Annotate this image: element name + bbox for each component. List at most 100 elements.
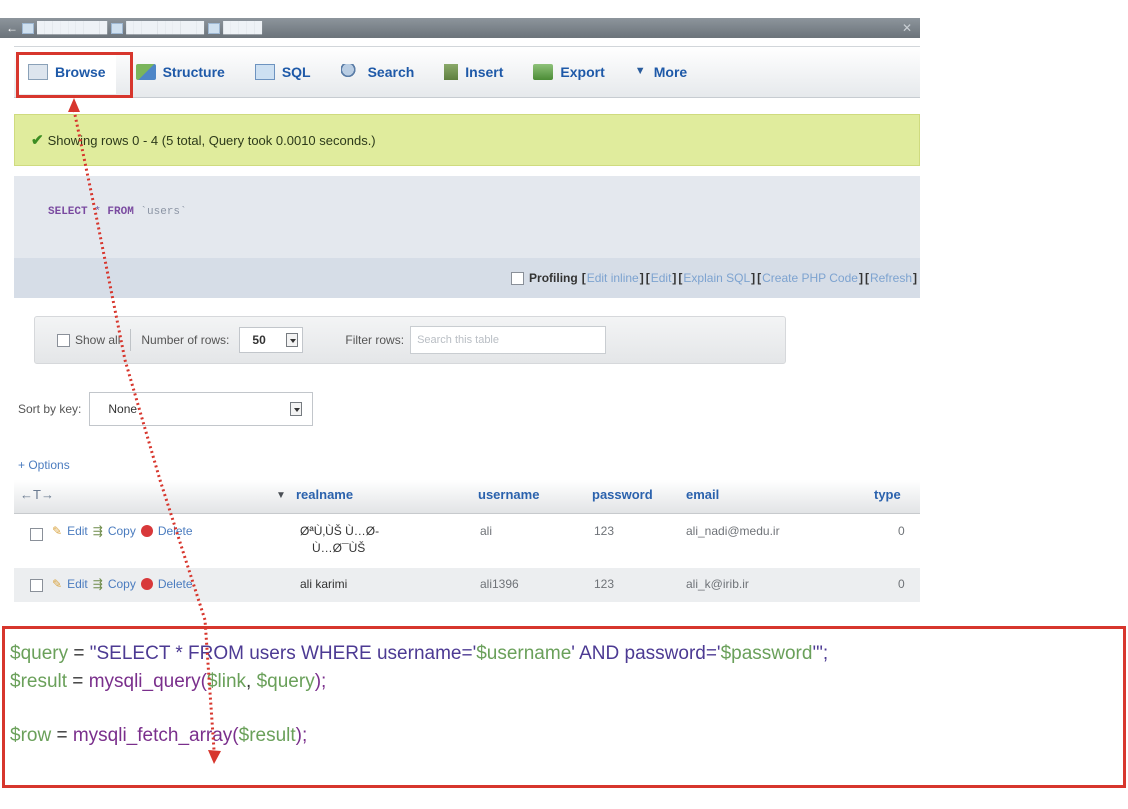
sort-chevron-down-icon[interactable]: ▼ (276, 490, 286, 501)
row-actions: ✎ Edit ⇶ Copy Delete (52, 524, 193, 538)
copy-icon: ⇶ (92, 524, 103, 538)
cell-username: ali (480, 524, 493, 538)
table-icon (208, 22, 221, 34)
browse-highlight-box (16, 52, 133, 98)
row-actions: ✎ Edit ⇶ Copy Delete (52, 577, 193, 591)
cell-type: 0 (898, 524, 905, 538)
tab-label: Structure (162, 64, 225, 80)
structure-icon (135, 64, 156, 80)
tab-label: SQL (281, 64, 311, 80)
column-header-realname[interactable]: realname (296, 487, 353, 502)
table-header: ←T→ ▼ realname username password email t… (14, 480, 920, 514)
filter-rows-input[interactable]: Search this table (410, 326, 607, 354)
tab-label: Export (560, 64, 605, 80)
cell-email: ali_k@irib.ir (686, 577, 749, 591)
tab-more[interactable]: More (625, 50, 697, 94)
dropdown-arrow-icon (290, 402, 303, 416)
cell-password: 123 (594, 577, 615, 591)
code-line-result: $result = mysqli_query($link, $query); (10, 671, 327, 692)
close-icon[interactable]: ✕ (902, 21, 912, 35)
server-icon (22, 22, 34, 34)
profiling-label: Profiling (529, 271, 578, 285)
column-header-username[interactable]: username (478, 487, 539, 502)
tab-bar: Browse Structure SQL Search Insert Expor… (14, 46, 920, 98)
sql-keyword: FROM (107, 206, 134, 218)
cell-realname-continued: Ù…Ø¯ÙŠ (312, 541, 366, 555)
sql-icon (254, 64, 275, 80)
tab-insert[interactable]: Insert (434, 50, 513, 94)
sql-star: * (87, 206, 108, 218)
column-header-type[interactable]: type (874, 487, 901, 502)
arrow-head-up (68, 98, 80, 112)
number-of-rows-value: 50 (252, 333, 266, 347)
tab-label: More (653, 64, 688, 80)
export-icon (533, 64, 554, 80)
success-message: ✔ Showing rows 0 - 4 (5 total, Query too… (14, 114, 920, 166)
breadcrumb-database[interactable]: ██████████ (111, 22, 204, 34)
navigation-form: Show all Number of rows: 50 Filter rows:… (34, 316, 786, 364)
tab-export[interactable]: Export (523, 50, 614, 94)
cell-email: ali_nadi@medu.ir (686, 524, 780, 538)
sql-keyword: SELECT (48, 206, 88, 218)
edit-action[interactable]: Edit (67, 524, 88, 538)
tab-sql[interactable]: SQL (245, 50, 321, 94)
filter-placeholder: Search this table (417, 334, 499, 346)
breadcrumb-server[interactable]: █████████ (22, 22, 107, 34)
edit-action[interactable]: Edit (67, 577, 88, 591)
code-line-row: $row = mysqli_fetch_array($result); (10, 725, 308, 746)
window-title-bar: ← █████████ ██████████ █████ ✕ (0, 18, 920, 38)
copy-action[interactable]: Copy (108, 524, 136, 538)
column-arrows[interactable]: ←T→ (20, 487, 54, 502)
search-icon (340, 64, 361, 80)
cell-username: ali1396 (480, 577, 519, 591)
sql-query-box: SELECT * FROM `users` (14, 176, 920, 258)
cell-password: 123 (594, 524, 615, 538)
cell-type: 0 (898, 577, 905, 591)
success-text: Showing rows 0 - 4 (5 total, Query took … (47, 132, 376, 148)
show-all-checkbox[interactable] (57, 333, 70, 347)
divider (130, 329, 132, 351)
sql-query-text: SELECT * FROM `users` (48, 206, 187, 218)
number-of-rows-select[interactable]: 50 (239, 327, 304, 353)
column-header-password[interactable]: password (592, 487, 653, 502)
sort-by-key-select[interactable]: None (89, 392, 314, 426)
code-line-query: $query = "SELECT * FROM users WHERE user… (10, 643, 829, 664)
edit-link[interactable]: Edit (651, 271, 672, 285)
options-link[interactable]: + Options (18, 458, 70, 472)
breadcrumb-table[interactable]: █████ (208, 22, 262, 34)
tab-search[interactable]: Search (331, 50, 425, 94)
row-checkbox[interactable] (30, 528, 43, 541)
number-of-rows-label: Number of rows: (141, 333, 230, 347)
tab-label: Insert (465, 64, 504, 80)
chevron-down-icon (635, 65, 647, 78)
profiling-checkbox[interactable] (511, 271, 525, 285)
filter-rows-label: Filter rows: (345, 333, 405, 347)
sort-by-key-label: Sort by key: (18, 402, 82, 416)
php-code-snippet: $query = "SELECT * FROM users WHERE user… (10, 640, 828, 750)
show-all-label: Show all (75, 333, 121, 347)
explain-sql-link[interactable]: Explain SQL (683, 271, 750, 285)
check-icon: ✔ (31, 132, 44, 149)
back-arrow-icon[interactable]: ← (6, 21, 18, 35)
cell-realname: ØªÙ‚ÙŠ Ù…Ø- (300, 524, 380, 538)
delete-icon (140, 525, 153, 537)
delete-action[interactable]: Delete (158, 524, 193, 538)
copy-action[interactable]: Copy (108, 577, 136, 591)
create-php-code-link[interactable]: Create PHP Code (762, 271, 858, 285)
copy-icon: ⇶ (92, 577, 103, 591)
cell-realname: ali karimi (300, 577, 348, 591)
table-row: ✎ Edit ⇶ Copy Delete ØªÙ‚ÙŠ Ù…Ø- Ù…Ø¯ÙŠ al… (14, 514, 920, 568)
tab-structure[interactable]: Structure (126, 50, 235, 94)
dropdown-arrow-icon (286, 333, 299, 347)
profiling-bar: Profiling [Edit inline] [Edit] [Explain … (14, 258, 920, 298)
pencil-icon: ✎ (52, 524, 63, 538)
table-row: ✎ Edit ⇶ Copy Delete ali karimi ali1396 12… (14, 568, 920, 602)
sql-table-name: `users` (133, 206, 187, 218)
refresh-link[interactable]: Refresh (870, 271, 912, 285)
delete-action[interactable]: Delete (158, 577, 193, 591)
insert-icon (444, 64, 459, 80)
edit-inline-link[interactable]: Edit inline (587, 271, 639, 285)
tab-label: Search (367, 64, 415, 80)
column-header-email[interactable]: email (686, 487, 719, 502)
row-checkbox[interactable] (30, 579, 43, 592)
